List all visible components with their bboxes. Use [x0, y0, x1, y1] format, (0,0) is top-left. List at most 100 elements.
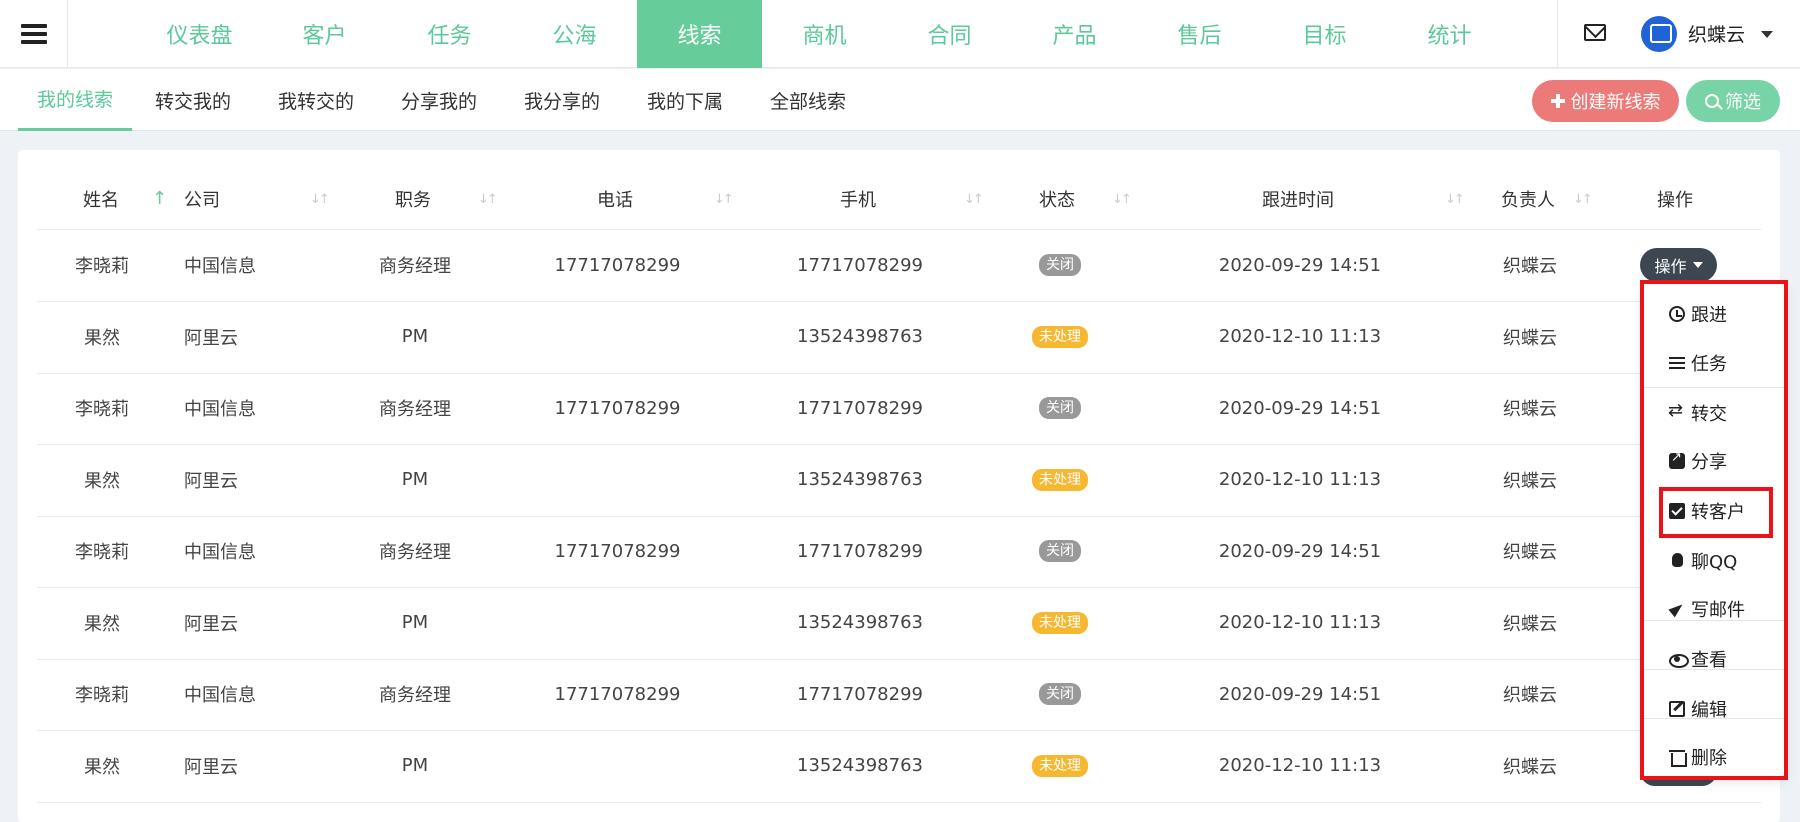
cell-text: 织蝶云 — [1503, 613, 1557, 635]
eye-icon — [1669, 651, 1689, 668]
tab-item[interactable]: 我分享的 — [511, 69, 613, 131]
menu-item[interactable]: 任务 — [1644, 343, 1784, 383]
tab-label: 我的下属 — [646, 90, 723, 113]
cell-text: 13524398763 — [797, 755, 923, 776]
column-header[interactable]: 姓名 — [83, 168, 119, 230]
table-cell: 织蝶云 — [1480, 230, 1580, 300]
tab-item[interactable]: 全部线索 — [757, 69, 859, 131]
nav-item[interactable]: 合同 — [887, 0, 1012, 68]
tab-item[interactable]: 我的线索 — [18, 69, 132, 131]
cell-text: 2020-09-29 14:51 — [1218, 397, 1382, 419]
search-icon — [1705, 94, 1719, 108]
tab-label: 我的线索 — [36, 89, 113, 111]
nav-item[interactable]: 统计 — [1387, 0, 1512, 68]
column-header[interactable]: 职务 — [395, 168, 431, 230]
nav-item[interactable]: 售后 — [1137, 0, 1262, 68]
cell-text: 2020-12-10 11:13 — [1218, 326, 1382, 347]
cell-text: 果然 — [84, 470, 120, 492]
mail-icon[interactable] — [1584, 24, 1606, 41]
row-actions-button[interactable]: 操作 — [1640, 248, 1717, 282]
nav-item[interactable]: 公海 — [512, 0, 637, 68]
column-header[interactable]: 状态 — [1039, 168, 1075, 230]
menu-divider — [1644, 620, 1784, 621]
nav-item[interactable]: 任务 — [387, 0, 512, 68]
nav-item[interactable]: 仪表盘 — [137, 0, 262, 68]
column-header[interactable]: 负责人 — [1501, 168, 1555, 230]
menu-item[interactable]: 转客户 — [1644, 491, 1784, 531]
sort-icon[interactable]: ↓↑ — [478, 192, 498, 207]
menu-item-label: 写邮件 — [1691, 600, 1745, 621]
column-header[interactable]: 电话 — [597, 168, 633, 230]
tab-label: 分享我的 — [400, 90, 477, 113]
table-cell: 未处理 — [1000, 731, 1120, 801]
menu-item[interactable]: 分享 — [1644, 441, 1784, 481]
column-header[interactable]: 操作 — [1657, 168, 1693, 230]
cell-text: 2020-09-29 14:51 — [1218, 254, 1382, 276]
tab-label: 全部线索 — [769, 90, 846, 113]
user-name[interactable]: 织蝶云 — [1688, 20, 1745, 47]
nav-item[interactable]: 客户 — [262, 0, 387, 68]
sort-icon[interactable]: ↓↑ — [1445, 192, 1465, 207]
qq-icon — [1669, 553, 1685, 569]
column-header[interactable]: 公司 — [184, 168, 220, 230]
cell-text: 13524398763 — [797, 612, 923, 633]
table-cell: 13524398763 — [745, 445, 975, 515]
tab-label: 我转交的 — [277, 90, 354, 113]
cell-text: PM — [401, 755, 429, 776]
table-cell: 17717078299 — [510, 516, 725, 586]
cell-text: 阿里云 — [184, 613, 238, 635]
table-cell: 13524398763 — [745, 302, 975, 372]
table-cell: 商务经理 — [340, 373, 490, 443]
sort-icon[interactable]: ↓↑ — [964, 192, 984, 207]
cell-text: 13524398763 — [797, 469, 923, 490]
nav-item[interactable]: 目标 — [1262, 0, 1387, 68]
table-cell — [510, 445, 725, 515]
chevron-down-icon[interactable] — [1761, 31, 1773, 38]
filter-button[interactable]: 筛选 — [1686, 80, 1780, 122]
sort-icon[interactable]: ↓↑ — [1573, 192, 1593, 207]
menu-item[interactable]: 聊QQ — [1644, 541, 1784, 581]
check-square-icon — [1669, 503, 1685, 519]
table-cell: 2020-12-10 11:13 — [1160, 731, 1440, 801]
tab-item[interactable]: 转交我的 — [142, 69, 244, 131]
menu-item[interactable]: 删除 — [1644, 737, 1784, 777]
sort-icon[interactable]: ↓↑ — [1112, 192, 1132, 207]
menu-toggle-button[interactable] — [0, 0, 68, 68]
tab-item[interactable]: 我的下属 — [634, 69, 736, 131]
tab-item[interactable]: 分享我的 — [388, 69, 490, 131]
sort-icon[interactable]: ↓↑ — [310, 192, 330, 207]
table-cell: 17717078299 — [510, 230, 725, 300]
nav-item[interactable]: 线索 — [637, 0, 762, 68]
trash-icon — [1669, 749, 1687, 767]
column-header[interactable]: 跟进时间 — [1262, 168, 1334, 230]
menu-item[interactable]: 跟进 — [1644, 294, 1784, 334]
cell-text: 果然 — [84, 756, 120, 778]
cell-text: 李晓莉 — [75, 256, 129, 277]
cell-text: 17717078299 — [797, 683, 923, 705]
cell-text: 13524398763 — [797, 326, 923, 347]
table-cell: 关闭 — [1000, 516, 1120, 586]
create-lead-button[interactable]: 创建新线索 — [1532, 80, 1679, 122]
nav-item[interactable]: 商机 — [762, 0, 887, 68]
menu-item-label: 分享 — [1691, 452, 1727, 473]
menu-item[interactable]: 转交 — [1644, 393, 1784, 433]
sort-icon[interactable]: ↑ — [152, 188, 167, 209]
menu-item[interactable]: 编辑 — [1644, 689, 1784, 729]
cell-text: 商务经理 — [379, 685, 451, 706]
nav-item[interactable]: 产品 — [1012, 0, 1137, 68]
menu-item[interactable]: 写邮件 — [1644, 589, 1784, 629]
menu-item[interactable]: 查看 — [1644, 639, 1784, 679]
cell-text: PM — [401, 326, 429, 347]
tab-item[interactable]: 我转交的 — [265, 69, 367, 131]
cell-text: 织蝶云 — [1503, 256, 1557, 277]
lead-tabs: 我的线索 转交我的 我转交的 分享我的 我分享的 我的下属 全部线索 — [0, 69, 1800, 131]
menu-divider — [1644, 718, 1784, 719]
menu-item-label: 任务 — [1691, 354, 1727, 375]
sort-icon[interactable]: ↓↑ — [714, 192, 734, 207]
table-cell: PM — [340, 731, 490, 801]
column-header[interactable]: 手机 — [840, 168, 876, 230]
cell-text: 中国信息 — [184, 399, 256, 420]
filter-label: 筛选 — [1725, 92, 1761, 113]
cell-text: 中国信息 — [184, 542, 256, 563]
avatar[interactable] — [1641, 16, 1677, 52]
